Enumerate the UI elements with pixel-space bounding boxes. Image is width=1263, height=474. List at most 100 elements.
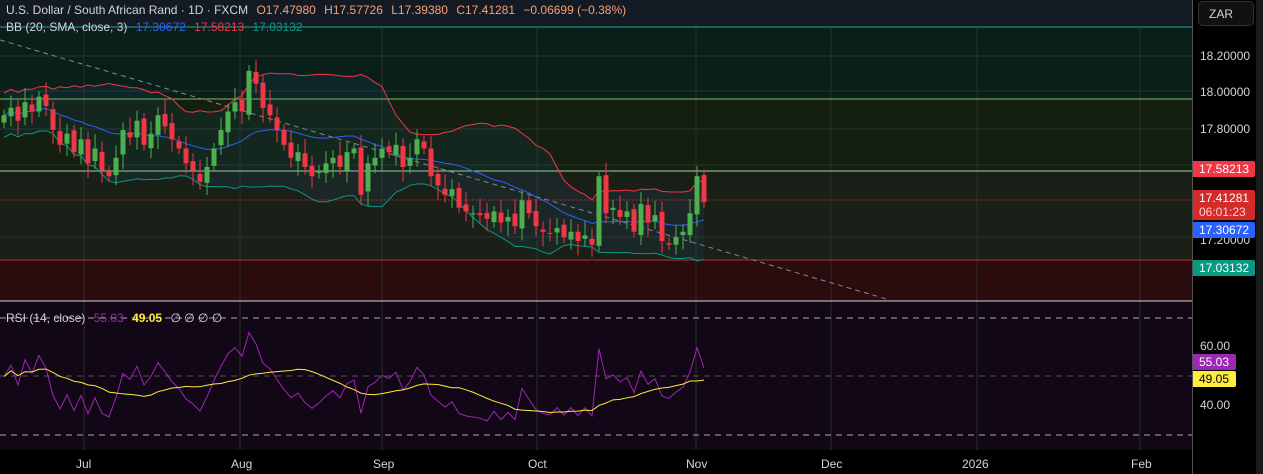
candle-body — [176, 141, 182, 149]
candle-body — [442, 188, 448, 195]
candle-body — [407, 157, 413, 166]
candle-body — [246, 70, 252, 115]
candle-body — [302, 153, 308, 167]
candle-body — [295, 152, 301, 162]
candle-body — [239, 100, 245, 112]
candle-body — [673, 237, 679, 245]
candle-body — [8, 107, 14, 117]
time-label: Aug — [231, 457, 253, 471]
time-label: 2026 — [962, 457, 989, 471]
candle-body — [281, 130, 287, 145]
candle-body — [449, 189, 455, 196]
candle-body — [92, 148, 98, 162]
candle-body — [687, 213, 693, 236]
candle-body — [589, 238, 595, 245]
candle-body — [603, 175, 609, 214]
bb-label: BB (20, SMA, close, 3) — [6, 20, 128, 34]
candle-body — [57, 131, 63, 145]
candle-body — [470, 213, 476, 215]
candle-body — [505, 216, 511, 222]
candle-body — [183, 148, 189, 164]
rsi-ma-tag: 49.05 — [1193, 371, 1236, 387]
rsi-tick: 40.00 — [1200, 398, 1231, 412]
candle-body — [463, 204, 469, 212]
candle-body — [260, 82, 266, 108]
candle-body — [78, 139, 84, 155]
bar-countdown: 06:01:23 — [1199, 205, 1246, 219]
symbol-legend: U.S. Dollar / South African Rand · 1D · … — [6, 3, 631, 17]
candle-body — [197, 174, 203, 182]
price-chart[interactable] — [0, 0, 1192, 474]
candle-body — [554, 228, 560, 233]
candle-body — [29, 104, 35, 112]
price-tick: 17.80000 — [1200, 122, 1251, 136]
rsi-ma-value: 49.05 — [132, 311, 163, 325]
candle-body — [386, 146, 392, 153]
time-label: Dec — [821, 457, 843, 471]
candle-body — [456, 188, 462, 208]
candle-body — [120, 130, 126, 155]
rsi-extra-values: ∅ ∅ ∅ ∅ — [170, 311, 223, 325]
candle-body — [372, 157, 378, 166]
rsi-value: 55.03 — [93, 311, 124, 325]
candle-body — [610, 207, 616, 210]
candle-body — [1, 115, 7, 123]
candle-body — [232, 102, 238, 112]
candle-body — [113, 157, 119, 176]
last-price-tag: 17.41281 06:01:23 — [1193, 190, 1255, 220]
candle-body — [99, 151, 105, 171]
candle-body — [561, 224, 567, 238]
candle-body — [659, 211, 665, 241]
candle-body — [491, 211, 497, 223]
candle-body — [211, 148, 217, 166]
candle-body — [22, 102, 28, 118]
candle-body — [323, 163, 329, 173]
candle-body — [652, 215, 658, 222]
candle-body — [393, 144, 399, 156]
bb-basis-tag: 17.30672 — [1193, 222, 1255, 238]
candle-body — [85, 139, 91, 164]
candle-body — [701, 175, 707, 203]
candle-body — [596, 176, 602, 246]
time-label: Nov — [686, 457, 708, 471]
candle-body — [694, 176, 700, 215]
candle-body — [64, 133, 70, 144]
candle-body — [428, 148, 434, 177]
candle-body — [309, 165, 315, 177]
rsi-label: RSI (14, close) — [6, 311, 86, 325]
candle-body — [127, 132, 133, 138]
bb-legend[interactable]: BB (20, SMA, close, 3) 17.30672 17.58213… — [6, 20, 308, 34]
candle-body — [421, 141, 427, 149]
rsi-tag: 55.03 — [1193, 354, 1236, 370]
symbol-title[interactable]: U.S. Dollar / South African Rand · 1D · … — [6, 3, 248, 17]
candle-body — [400, 145, 406, 167]
candle-body — [288, 142, 294, 158]
candle-body — [582, 235, 588, 239]
price-tick: 18.00000 — [1200, 85, 1251, 99]
candle-body — [533, 211, 539, 227]
candle-body — [512, 213, 518, 227]
candle-body — [540, 229, 546, 232]
bb-lower-tag: 17.03132 — [1193, 260, 1255, 276]
candle-body — [141, 118, 147, 145]
bb-upper-tag: 17.58213 — [1193, 161, 1255, 177]
candle-body — [134, 120, 140, 138]
rsi-legend[interactable]: RSI (14, close) 55.03 49.05 ∅ ∅ ∅ ∅ — [6, 311, 227, 325]
rsi-tick: 60.00 — [1200, 339, 1231, 353]
candle-body — [680, 231, 686, 236]
time-label: Feb — [1131, 457, 1152, 471]
candle-body — [330, 157, 336, 164]
ohlc-close: C17.41281 — [456, 3, 516, 17]
ohlc-low: L17.39380 — [391, 3, 448, 17]
candle-body — [218, 130, 224, 146]
candle-body — [477, 213, 483, 216]
candle-body — [414, 139, 420, 155]
zone-teal — [0, 27, 1192, 99]
currency-button[interactable]: ZAR — [1198, 1, 1254, 26]
candle-body — [155, 115, 161, 135]
candle-body — [379, 148, 385, 158]
right-toolbar-strip — [1256, 0, 1263, 474]
candle-body — [547, 232, 553, 234]
candle-body — [267, 104, 273, 116]
candle-body — [204, 167, 210, 183]
